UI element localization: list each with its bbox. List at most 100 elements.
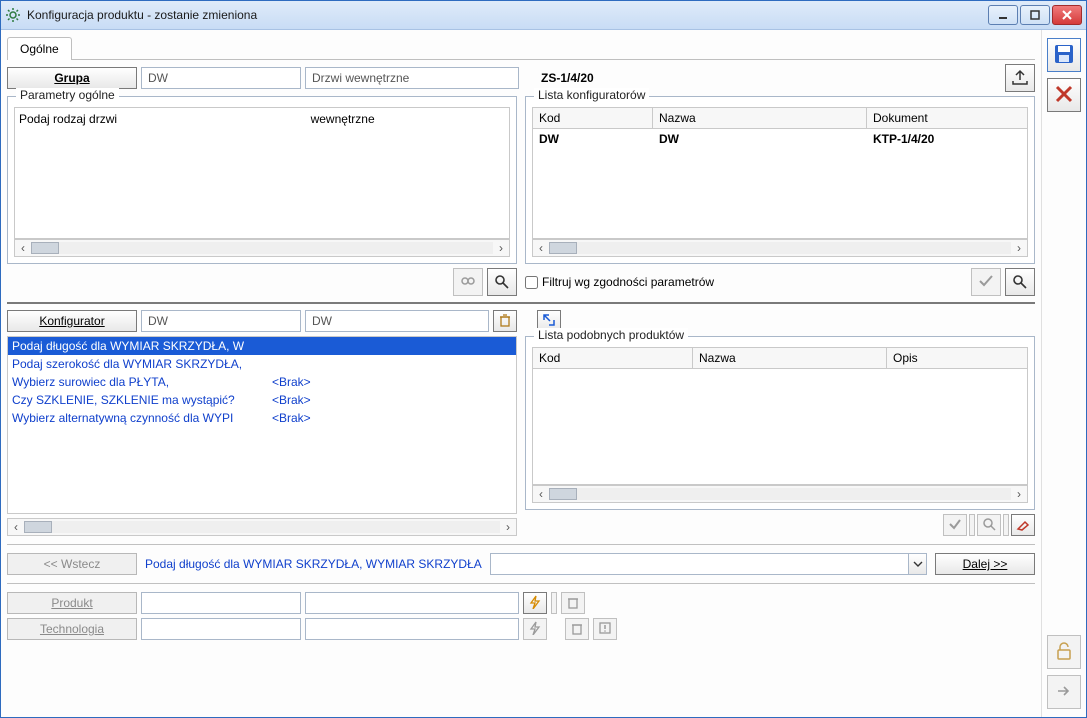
parametry-col-value: wewnętrzne bbox=[311, 112, 505, 234]
technologia-code-field[interactable] bbox=[141, 618, 301, 640]
konfiguratory-groupbox: Lista konfiguratorów Kod Nazwa Dokument … bbox=[525, 96, 1035, 264]
step-item[interactable]: Wybierz alternatywną czynność dla WYPI <… bbox=[8, 409, 516, 427]
chevron-down-icon[interactable] bbox=[908, 554, 926, 574]
filter-checkbox-row[interactable]: Filtruj wg zgodności parametrów bbox=[525, 275, 714, 289]
tab-bar: Ogólne bbox=[7, 36, 1035, 60]
divider bbox=[7, 583, 1035, 584]
save-button[interactable] bbox=[1047, 38, 1081, 72]
search-icon bbox=[1011, 273, 1029, 292]
search-button[interactable] bbox=[487, 268, 517, 296]
scroll-left-icon[interactable]: ‹ bbox=[533, 241, 549, 255]
th-kod[interactable]: Kod bbox=[533, 108, 653, 128]
wizard-value-combo[interactable] bbox=[490, 553, 927, 575]
check-icon bbox=[977, 273, 995, 292]
cancel-button[interactable] bbox=[1047, 78, 1081, 112]
next-button[interactable]: Dalej >> bbox=[935, 553, 1035, 575]
wizard-prompt: Podaj długość dla WYMIAR SKRZYDŁA, WYMIA… bbox=[145, 557, 482, 571]
link-icon bbox=[459, 273, 477, 292]
check-icon bbox=[948, 517, 962, 534]
step-item[interactable]: Wybierz surowiec dla PŁYTA, <Brak> bbox=[8, 373, 516, 391]
clear-similar-button[interactable] bbox=[1011, 514, 1035, 536]
scroll-left-icon[interactable]: ‹ bbox=[8, 520, 24, 534]
th-opis[interactable]: Opis bbox=[887, 348, 1027, 368]
podobne-panel: Lista podobnych produktów Kod Nazwa Opis… bbox=[525, 336, 1035, 536]
search-similar-button bbox=[977, 514, 1001, 536]
step-item[interactable]: Podaj długość dla WYMIAR SKRZYDŁA, W bbox=[8, 337, 516, 355]
parametry-legend: Parametry ogólne bbox=[16, 88, 119, 102]
podobne-scroll[interactable]: ‹ › bbox=[532, 485, 1028, 503]
steps-list[interactable]: Podaj długość dla WYMIAR SKRZYDŁA, W Pod… bbox=[7, 336, 517, 514]
parametry-scroll[interactable]: ‹ › bbox=[14, 239, 510, 257]
scroll-right-icon[interactable]: › bbox=[500, 520, 516, 534]
accept-similar-button bbox=[943, 514, 967, 536]
podobne-toolbar bbox=[525, 514, 1035, 536]
upload-icon bbox=[1011, 69, 1029, 88]
save-icon bbox=[1053, 43, 1075, 68]
lock-button bbox=[1047, 635, 1081, 669]
grupa-code-field: DW bbox=[141, 67, 301, 89]
search-icon bbox=[982, 517, 996, 534]
close-icon bbox=[1054, 84, 1074, 107]
warning-icon bbox=[598, 621, 612, 638]
filter-label: Filtruj wg zgodności parametrów bbox=[542, 275, 714, 289]
podobne-groupbox: Lista podobnych produktów Kod Nazwa Opis… bbox=[525, 336, 1035, 510]
divider bbox=[7, 544, 1035, 545]
technologia-row: Technologia bbox=[7, 618, 1035, 640]
parametry-col-label: Podaj rodzaj drzwi bbox=[19, 112, 311, 234]
steps-scroll[interactable]: ‹ › bbox=[7, 518, 517, 536]
konfigurator-button[interactable]: Konfigurator bbox=[7, 310, 137, 332]
main-column: Ogólne Grupa DW Drzwi wewnętrzne ZS-1/4/… bbox=[1, 30, 1041, 717]
steps-panel: Podaj długość dla WYMIAR SKRZYDŁA, W Pod… bbox=[7, 336, 517, 536]
title-bar: Konfiguracja produktu - zostanie zmienio… bbox=[1, 1, 1086, 30]
trash-icon bbox=[566, 595, 580, 612]
produkt-button: Produkt bbox=[7, 592, 137, 614]
close-button[interactable] bbox=[1052, 5, 1082, 25]
search-configurator-button[interactable] bbox=[1005, 268, 1035, 296]
delete-produkt-button bbox=[561, 592, 585, 614]
delete-konfigurator-button[interactable] bbox=[493, 310, 517, 332]
step-item[interactable]: Czy SZKLENIE, SZKLENIE ma wystąpić? <Bra… bbox=[8, 391, 516, 409]
th-kod[interactable]: Kod bbox=[533, 348, 693, 368]
generate-produkt-button[interactable] bbox=[523, 592, 547, 614]
konfigurator-code-field: DW bbox=[141, 310, 301, 332]
konfiguratory-scroll[interactable]: ‹ › bbox=[532, 239, 1028, 257]
technologia-name-field[interactable] bbox=[305, 618, 519, 640]
scroll-right-icon[interactable]: › bbox=[493, 241, 509, 255]
sep bbox=[1003, 514, 1009, 536]
tab-general[interactable]: Ogólne bbox=[7, 37, 72, 60]
middle-split: Podaj długość dla WYMIAR SKRZYDŁA, W Pod… bbox=[7, 336, 1035, 536]
trash-icon bbox=[498, 313, 512, 330]
forward-button bbox=[1047, 675, 1081, 709]
produkt-code-field[interactable] bbox=[141, 592, 301, 614]
produkt-name-field[interactable] bbox=[305, 592, 519, 614]
link-button bbox=[453, 268, 483, 296]
maximize-button[interactable] bbox=[1020, 5, 1050, 25]
document-code: ZS-1/4/20 bbox=[541, 71, 594, 85]
produkt-row: Produkt bbox=[7, 592, 1035, 614]
konfiguratory-header: Kod Nazwa Dokument bbox=[532, 107, 1028, 129]
th-dokument[interactable]: Dokument bbox=[867, 108, 1027, 128]
upper-split: Parametry ogólne Podaj rodzaj drzwi wewn… bbox=[7, 96, 1035, 296]
generate-technologia-button bbox=[523, 618, 547, 640]
grupa-name-field: Drzwi wewnętrzne bbox=[305, 67, 519, 89]
filter-checkbox[interactable] bbox=[525, 276, 538, 289]
scroll-right-icon[interactable]: › bbox=[1011, 241, 1027, 255]
side-column bbox=[1041, 30, 1086, 717]
th-nazwa[interactable]: Nazwa bbox=[653, 108, 867, 128]
grupa-button[interactable]: Grupa bbox=[7, 67, 137, 89]
konfigurator-row: Konfigurator DW DW bbox=[7, 310, 1035, 332]
back-button: << Wstecz bbox=[7, 553, 137, 575]
konfigurator-name-field: DW bbox=[305, 310, 489, 332]
window-title: Konfiguracja produktu - zostanie zmienio… bbox=[27, 8, 988, 22]
podobne-body[interactable] bbox=[532, 369, 1028, 485]
th-nazwa[interactable]: Nazwa bbox=[693, 348, 887, 368]
window-controls bbox=[988, 5, 1082, 25]
scroll-left-icon[interactable]: ‹ bbox=[15, 241, 31, 255]
table-row[interactable]: DW DW KTP-1/4/20 bbox=[533, 129, 1027, 149]
konfiguratory-body[interactable]: DW DW KTP-1/4/20 bbox=[532, 129, 1028, 239]
scroll-right-icon[interactable]: › bbox=[1011, 487, 1027, 501]
step-item[interactable]: Podaj szerokość dla WYMIAR SKRZYDŁA, bbox=[8, 355, 516, 373]
export-button[interactable] bbox=[1005, 64, 1035, 92]
scroll-left-icon[interactable]: ‹ bbox=[533, 487, 549, 501]
minimize-button[interactable] bbox=[988, 5, 1018, 25]
